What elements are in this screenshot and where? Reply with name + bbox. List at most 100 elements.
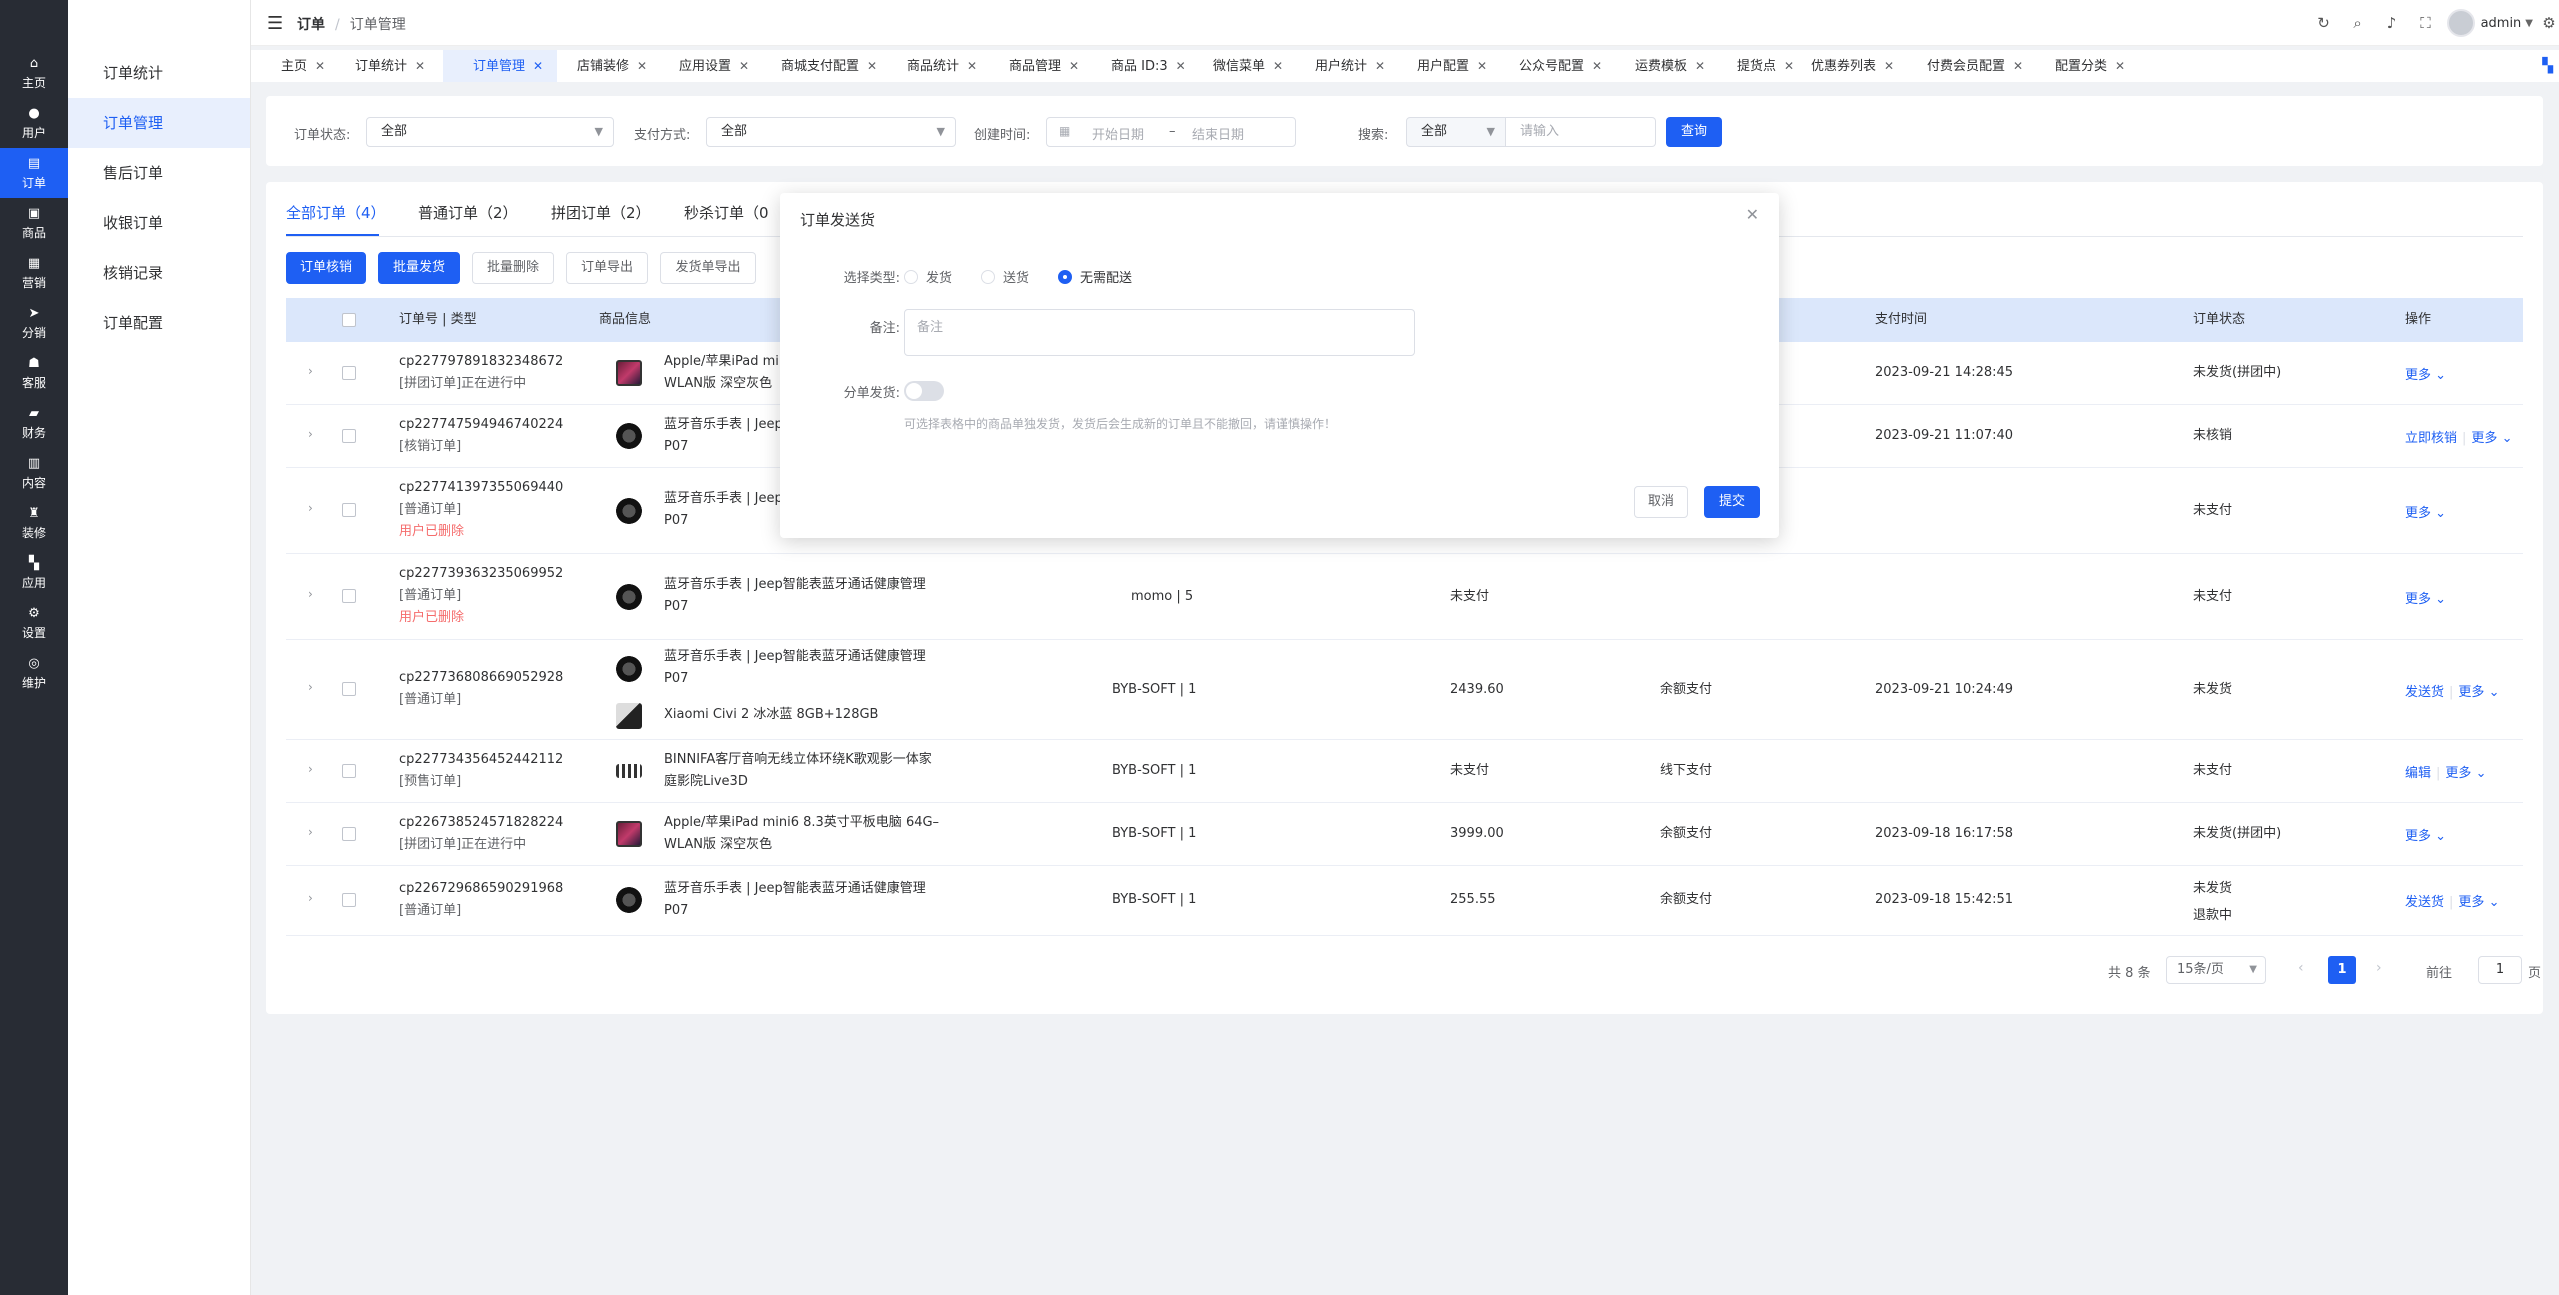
expand-icon[interactable]: › bbox=[308, 680, 313, 694]
chevron-down-icon[interactable]: ▼ bbox=[2525, 18, 2533, 29]
page-current[interactable]: 1 bbox=[2328, 956, 2356, 984]
subnav-item-config[interactable]: 订单配置 bbox=[68, 298, 250, 348]
rail-item-order[interactable]: ▤ 订单 bbox=[0, 148, 68, 198]
rail-item-decorate[interactable]: ♜ 装修 bbox=[0, 498, 68, 548]
search-input[interactable]: 请输入 bbox=[1506, 117, 1656, 147]
ship-link[interactable]: 发送货 bbox=[2405, 685, 2444, 700]
rail-item-goods[interactable]: ▣ 商品 bbox=[0, 198, 68, 248]
more-dropdown[interactable]: 更多 bbox=[2405, 592, 2431, 607]
goto-page-input[interactable]: 1 bbox=[2478, 956, 2522, 984]
rail-item-marketing[interactable]: ▦ 营销 bbox=[0, 248, 68, 298]
close-icon[interactable]: ✕ bbox=[2115, 59, 2125, 73]
close-icon[interactable]: ✕ bbox=[1695, 59, 1705, 73]
verify-now-link[interactable]: 立即核销 bbox=[2405, 431, 2457, 446]
expand-icon[interactable]: › bbox=[308, 364, 313, 378]
close-icon[interactable]: ✕ bbox=[315, 59, 325, 73]
rail-item-distribution[interactable]: ➤ 分销 bbox=[0, 298, 68, 348]
rail-item-maintain[interactable]: ◎ 维护 bbox=[0, 648, 68, 698]
chevron-down-icon[interactable]: ⌄ bbox=[2435, 829, 2446, 844]
close-icon[interactable]: ✕ bbox=[1884, 59, 1894, 73]
tab-app-settings[interactable]: 应用设置 ✕ bbox=[649, 50, 763, 82]
remark-textarea[interactable]: 备注 bbox=[904, 309, 1415, 356]
row-checkbox[interactable] bbox=[342, 682, 356, 696]
rail-item-user[interactable]: ● 用户 bbox=[0, 98, 68, 148]
row-checkbox[interactable] bbox=[342, 366, 356, 380]
refresh-icon[interactable]: ↻ bbox=[2307, 14, 2341, 32]
search-type-select[interactable]: 全部 ▼ bbox=[1406, 117, 1506, 147]
close-icon[interactable]: ✕ bbox=[1592, 59, 1602, 73]
close-icon[interactable]: ✕ bbox=[1273, 59, 1283, 73]
expand-icon[interactable]: › bbox=[308, 587, 313, 601]
date-end[interactable]: 结束日期 bbox=[1192, 124, 1244, 143]
expand-icon[interactable]: › bbox=[308, 427, 313, 441]
split-ship-toggle[interactable] bbox=[904, 381, 944, 401]
expand-icon[interactable]: › bbox=[308, 825, 313, 839]
subnav-item-aftersale[interactable]: 售后订单 bbox=[68, 148, 250, 198]
close-icon[interactable]: ✕ bbox=[2013, 59, 2023, 73]
batch-delete-button[interactable]: 批量删除 bbox=[472, 252, 554, 284]
tab-pay-config[interactable]: 商城支付配置 ✕ bbox=[751, 50, 891, 82]
prev-page-button[interactable]: ‹ bbox=[2298, 960, 2304, 976]
close-icon[interactable]: ✕ bbox=[637, 59, 647, 73]
chevron-down-icon[interactable]: ⌄ bbox=[2435, 368, 2446, 383]
edit-link[interactable]: 编辑 bbox=[2405, 766, 2431, 781]
menu-toggle-icon[interactable]: ☰ bbox=[267, 13, 283, 34]
more-dropdown[interactable]: 更多 bbox=[2405, 368, 2431, 383]
chevron-down-icon[interactable]: ⌄ bbox=[2435, 506, 2446, 521]
cancel-button[interactable]: 取消 bbox=[1634, 486, 1688, 518]
close-icon[interactable]: ✕ bbox=[1069, 59, 1079, 73]
chevron-down-icon[interactable]: ⌄ bbox=[2476, 766, 2487, 781]
next-page-button[interactable]: › bbox=[2376, 960, 2382, 976]
rail-item-apps[interactable]: ▚ 应用 bbox=[0, 548, 68, 598]
fullscreen-icon[interactable]: ⛶ bbox=[2409, 14, 2443, 32]
close-icon[interactable]: ✕ bbox=[967, 59, 977, 73]
radio-no-delivery[interactable]: 无需配送 bbox=[1058, 267, 1132, 286]
ship-link[interactable]: 发送货 bbox=[2405, 895, 2444, 910]
row-checkbox[interactable] bbox=[342, 893, 356, 907]
more-dropdown[interactable]: 更多 bbox=[2458, 685, 2484, 700]
more-dropdown[interactable]: 更多 bbox=[2405, 829, 2431, 844]
subnav-item-cashier[interactable]: 收银订单 bbox=[68, 198, 250, 248]
row-checkbox[interactable] bbox=[342, 429, 356, 443]
chevron-down-icon[interactable]: ⌄ bbox=[2502, 431, 2513, 446]
page-size-select[interactable]: 15条/页 ▼ bbox=[2166, 956, 2266, 984]
tab-goods-stats[interactable]: 商品统计 ✕ bbox=[877, 50, 991, 82]
row-checkbox[interactable] bbox=[342, 503, 356, 517]
tabs-grid-icon[interactable]: ▚ bbox=[2542, 58, 2553, 74]
row-checkbox[interactable] bbox=[342, 764, 356, 778]
query-button[interactable]: 查询 bbox=[1666, 117, 1722, 147]
breadcrumb-root[interactable]: 订单 bbox=[297, 17, 325, 33]
close-icon[interactable]: ✕ bbox=[533, 59, 543, 73]
subnav-item-stats[interactable]: 订单统计 bbox=[68, 48, 250, 98]
chevron-down-icon[interactable]: ⌄ bbox=[2435, 592, 2446, 607]
export-orders-button[interactable]: 订单导出 bbox=[566, 252, 648, 284]
export-shipping-button[interactable]: 发货单导出 bbox=[660, 252, 756, 284]
subnav-item-verify[interactable]: 核销记录 bbox=[68, 248, 250, 298]
close-icon[interactable]: ✕ bbox=[739, 59, 749, 73]
close-icon[interactable]: ✕ bbox=[1477, 59, 1487, 73]
radio-ship[interactable]: 发货 bbox=[904, 267, 952, 286]
rail-item-service[interactable]: ☗ 客服 bbox=[0, 348, 68, 398]
close-icon[interactable]: ✕ bbox=[867, 59, 877, 73]
avatar[interactable] bbox=[2446, 9, 2475, 37]
bell-icon[interactable]: ♪ bbox=[2375, 14, 2409, 32]
verify-order-button[interactable]: 订单核销 bbox=[286, 252, 366, 284]
tab-goods-id[interactable]: 商品 ID:3 ✕ bbox=[1081, 50, 1200, 82]
tab-freight[interactable]: 运费模板 ✕ bbox=[1605, 50, 1719, 82]
tab-mp-config[interactable]: 公众号配置 ✕ bbox=[1489, 50, 1616, 82]
rail-item-finance[interactable]: ▰ 财务 bbox=[0, 398, 68, 448]
tab-wechat-menu[interactable]: 微信菜单 ✕ bbox=[1183, 50, 1297, 82]
more-dropdown[interactable]: 更多 bbox=[2405, 506, 2431, 521]
tab-shop-decorate[interactable]: 店铺装修 ✕ bbox=[547, 50, 661, 82]
expand-icon[interactable]: › bbox=[308, 891, 313, 905]
close-icon[interactable]: ✕ bbox=[1375, 59, 1385, 73]
search-icon[interactable]: ⌕ bbox=[2341, 14, 2375, 32]
date-start[interactable]: 开始日期 bbox=[1092, 124, 1144, 143]
more-dropdown[interactable]: 更多 bbox=[2458, 895, 2484, 910]
rail-item-content[interactable]: ▥ 内容 bbox=[0, 448, 68, 498]
tab-order-manage[interactable]: 订单管理 ✕ bbox=[443, 50, 558, 82]
tab-group-orders[interactable]: 拼团订单（2） bbox=[551, 202, 651, 223]
batch-ship-button[interactable]: 批量发货 bbox=[378, 252, 460, 284]
tab-all-orders[interactable]: 全部订单（4） bbox=[286, 202, 386, 223]
select-all-checkbox[interactable] bbox=[342, 313, 356, 327]
